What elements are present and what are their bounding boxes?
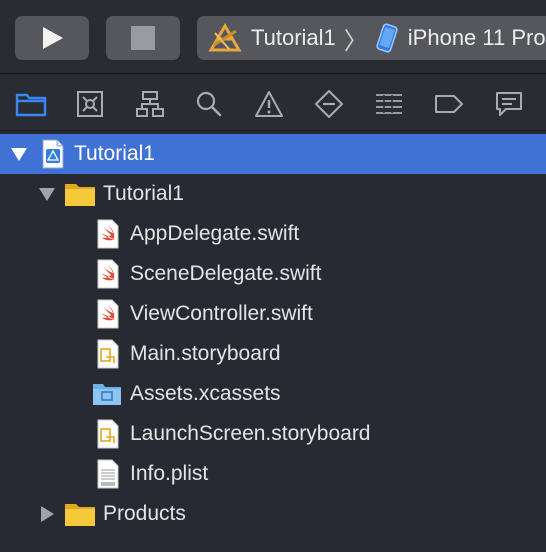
- tree-row-group[interactable]: Tutorial1: [0, 174, 546, 214]
- swift-file-icon: [97, 259, 119, 289]
- file-label: Info.plist: [130, 462, 209, 485]
- tab-test-navigator[interactable]: [312, 87, 346, 121]
- scheme-selector[interactable]: Tutorial1 〉 iPhone 11 Pro: [197, 16, 546, 60]
- disclosure-expanded-icon[interactable]: [10, 145, 28, 163]
- stop-button[interactable]: [106, 16, 180, 60]
- tab-project-navigator[interactable]: [14, 87, 48, 121]
- warning-icon: [255, 91, 283, 117]
- stop-icon: [131, 26, 155, 50]
- storyboard-file-icon: [97, 419, 119, 449]
- folder-icon: [65, 504, 95, 526]
- magnifier-icon: [196, 91, 222, 117]
- file-label: Assets.xcassets: [130, 382, 281, 405]
- file-label: Main.storyboard: [130, 342, 281, 365]
- hierarchy-icon: [136, 91, 164, 117]
- navigator-tab-bar: [0, 75, 546, 131]
- tree-row-file[interactable]: AppDelegate.swift: [0, 214, 546, 254]
- products-label: Products: [103, 502, 186, 525]
- folder-icon: [65, 184, 95, 206]
- diamond-icon: [315, 90, 343, 118]
- group-label: Tutorial1: [103, 182, 184, 205]
- tree-row-project[interactable]: Tutorial1: [0, 134, 546, 174]
- file-label: ViewController.swift: [130, 302, 313, 325]
- tab-source-control[interactable]: [73, 87, 107, 121]
- tree-row-file[interactable]: Assets.xcassets: [0, 374, 546, 414]
- swift-file-icon: [97, 219, 119, 249]
- tab-debug-navigator[interactable]: [372, 87, 406, 121]
- tab-find-navigator[interactable]: [192, 87, 226, 121]
- plist-file-icon: [97, 459, 119, 489]
- tree-row-file[interactable]: ViewController.swift: [0, 294, 546, 334]
- play-icon: [43, 27, 63, 49]
- tree-row-file[interactable]: LaunchScreen.storyboard: [0, 414, 546, 454]
- tree-row-products[interactable]: Products: [0, 494, 546, 534]
- scheme-name: Tutorial1: [251, 25, 336, 50]
- tree-row-file[interactable]: Info.plist: [0, 454, 546, 494]
- iphone-device-icon: [376, 23, 398, 53]
- storyboard-file-icon: [97, 339, 119, 369]
- disclosure-collapsed-icon[interactable]: [38, 505, 56, 523]
- run-button[interactable]: [15, 16, 89, 60]
- tab-symbol-navigator[interactable]: [133, 87, 167, 121]
- file-label: SceneDelegate.swift: [130, 262, 322, 285]
- asset-catalog-icon: [93, 384, 121, 405]
- disclosure-expanded-icon[interactable]: [38, 185, 56, 203]
- list-icon: [376, 94, 402, 114]
- file-label: AppDelegate.swift: [130, 222, 300, 245]
- tab-issue-navigator[interactable]: [252, 87, 286, 121]
- xcode-project-icon: [42, 139, 64, 169]
- speech-bubble-icon: [496, 92, 522, 116]
- project-label: Tutorial1: [74, 142, 155, 165]
- folder-icon: [15, 93, 47, 117]
- tree-row-file[interactable]: SceneDelegate.swift: [0, 254, 546, 294]
- tab-report-navigator[interactable]: [492, 87, 526, 121]
- app-target-icon: [208, 23, 242, 52]
- tab-breakpoint-navigator[interactable]: [432, 87, 466, 121]
- file-label: LaunchScreen.storyboard: [130, 422, 371, 445]
- run-destination[interactable]: iPhone 11 Pro: [408, 25, 546, 51]
- swift-file-icon: [97, 299, 119, 329]
- tag-icon: [435, 95, 463, 113]
- tree-row-file[interactable]: Main.storyboard: [0, 334, 546, 374]
- toolbar: Tutorial1 〉 iPhone 11 Pro: [0, 0, 546, 74]
- breadcrumb-separator: 〉: [343, 27, 368, 55]
- source-control-icon: [77, 91, 103, 117]
